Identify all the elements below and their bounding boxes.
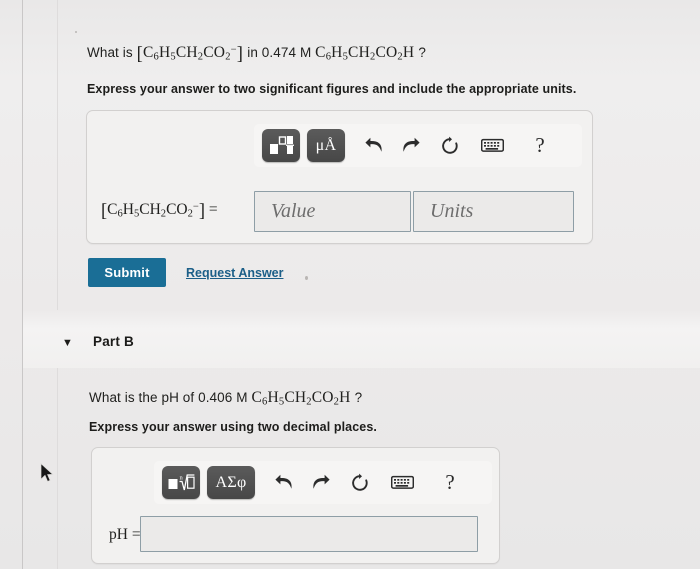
keyboard-icon [390,475,414,489]
help-label: ? [535,133,545,157]
keyboard-button[interactable] [387,468,417,498]
units-button[interactable]: μÅ [307,129,345,162]
part-a-answer-label: [C6H5CH2CO2−] = [101,201,218,222]
part-a-question-species: [C6H5CH2CO2−] [136,44,244,65]
value-input[interactable] [254,191,411,232]
part-b-answer-label: pH = [109,526,141,543]
request-answer-link[interactable]: Request Answer [186,266,283,280]
assignment-content: What is [C6H5CH2CO2−] in 0.474 M C6H5CH2… [0,0,700,569]
greek-letters-button[interactable]: ΑΣφ [207,466,255,499]
part-b-answer-card: n ΑΣφ ? pH = [91,447,500,564]
reset-button[interactable] [345,468,375,498]
part-b-question-acid: C6H5CH2CO2H [251,389,355,408]
reset-icon [352,473,368,491]
undo-button[interactable] [269,468,299,498]
part-a-question: What is [C6H5CH2CO2−] in 0.474 M C6H5CH2… [87,44,426,65]
redo-button[interactable] [395,131,425,161]
submit-button[interactable]: Submit [88,258,166,287]
units-input[interactable] [413,191,574,232]
help-label: ? [445,470,455,494]
redo-icon [402,137,420,152]
units-button-label: μÅ [315,136,337,154]
part-b-toolbar: n ΑΣφ ? [154,461,492,504]
part-b-question-prefix: What is the pH of 0.406 M [89,390,248,405]
template-icon [269,136,294,154]
photo-speck [75,31,77,33]
part-a-answer-card: μÅ ? [C6H5CH2CO2−] = Value Units [86,110,593,244]
help-button[interactable]: ? [525,131,555,161]
part-a-question-middle: in 0.474 M [247,45,312,60]
part-a-question-suffix: ? [418,45,426,60]
undo-icon [364,137,382,152]
math-template-button[interactable] [262,129,300,162]
part-b-collapse-caret[interactable]: ▼ [62,338,73,349]
part-b-question-suffix: ? [354,390,363,405]
greek-letters-label: ΑΣφ [215,473,247,491]
part-a-instruction: Express your answer to two significant f… [87,82,577,96]
part-b-instruction: Express your answer using two decimal pl… [89,420,377,434]
help-button[interactable]: ? [435,468,465,498]
undo-icon [274,474,292,489]
photo-speck [305,276,308,280]
redo-icon [312,474,330,489]
undo-button[interactable] [359,131,389,161]
reset-button[interactable] [435,131,465,161]
keyboard-icon [480,138,504,152]
mouse-cursor [40,463,54,482]
sqrt-template-icon: n [168,473,195,490]
math-sqrt-template-button[interactable]: n [162,466,200,499]
part-b-question: What is the pH of 0.406 M C6H5CH2CO2H ? [89,389,362,408]
reset-icon [442,136,458,154]
part-a-question-prefix: What is [87,45,133,60]
ph-input[interactable] [140,516,478,552]
part-b-title: Part B [93,334,134,349]
keyboard-button[interactable] [477,131,507,161]
svg-text:n: n [179,474,183,481]
part-a-question-acid: C6H5CH2CO2H [315,44,419,63]
redo-button[interactable] [305,468,335,498]
part-a-toolbar: μÅ ? [254,124,582,167]
